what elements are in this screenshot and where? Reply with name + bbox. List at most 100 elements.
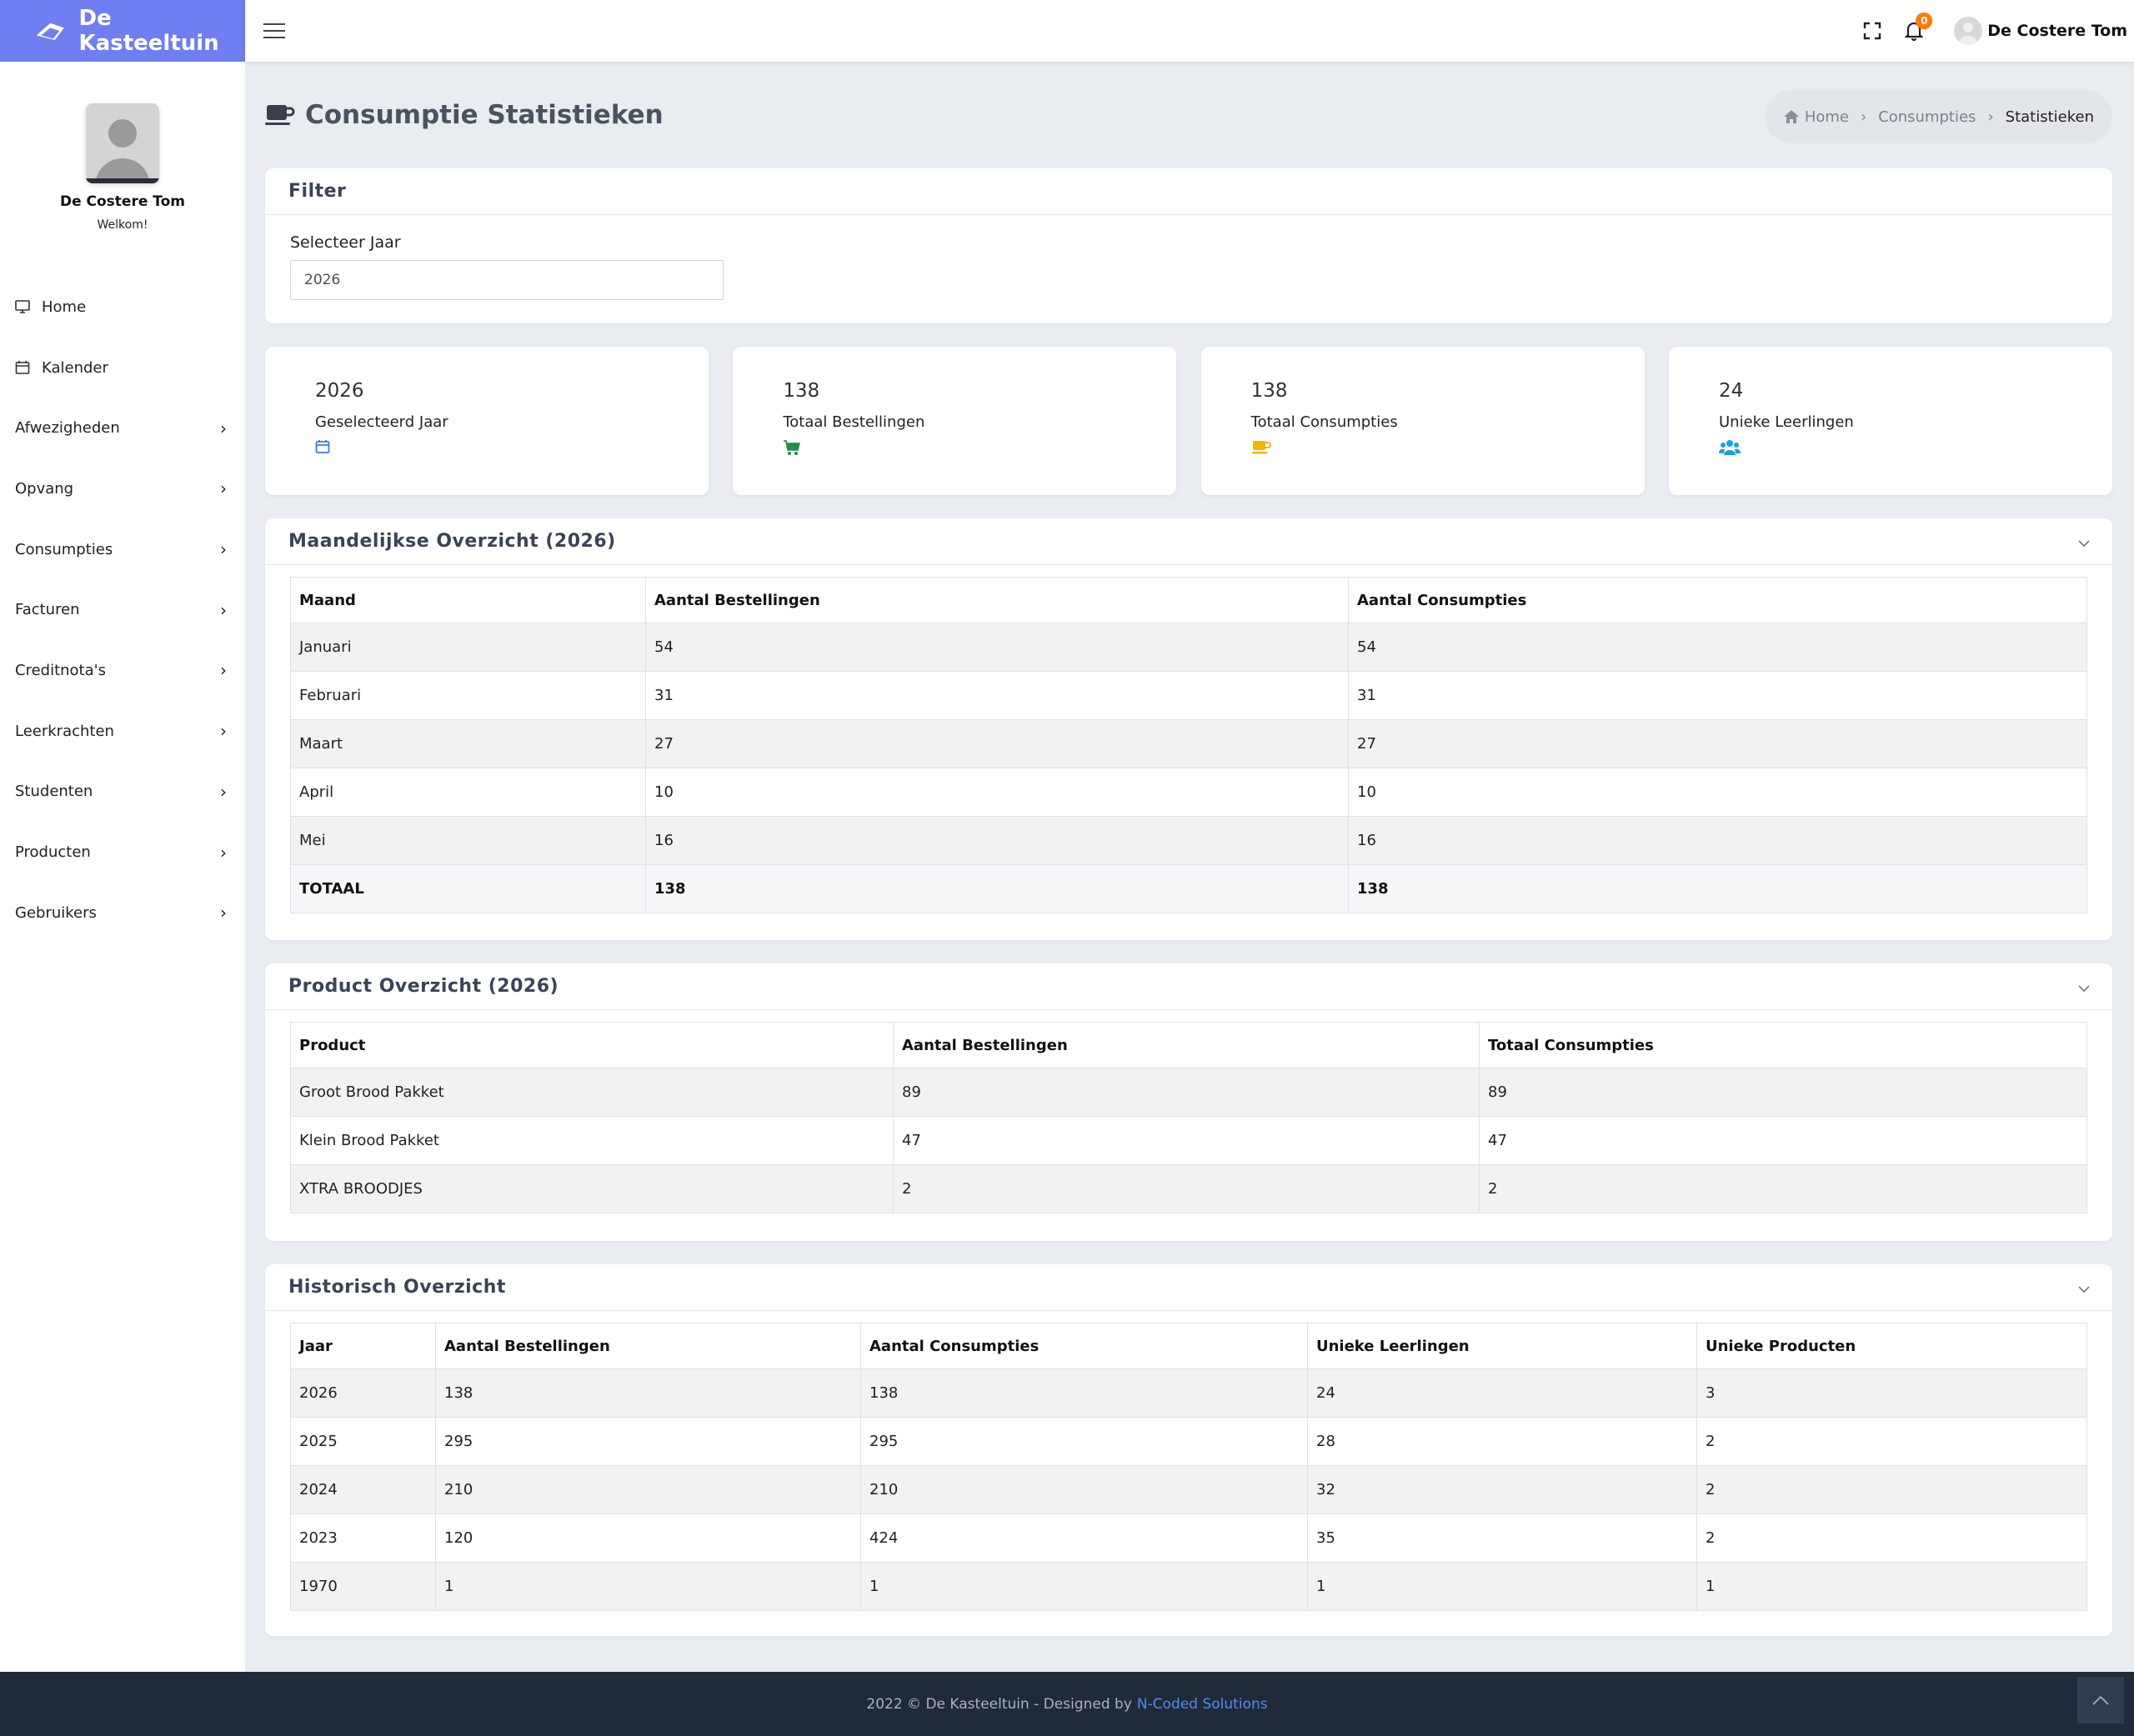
sidebar-item-kalender[interactable]: Kalender [0, 338, 245, 398]
table-cell: 47 [893, 1116, 1480, 1165]
chevron-right-icon: › [1860, 108, 1867, 126]
profile-name: De Costere Tom [59, 193, 186, 210]
table-cell: 138 [435, 1368, 861, 1418]
sidebar-item-label: Afwezigheden [15, 419, 120, 438]
stat-value: 24 [1718, 380, 1744, 402]
table-cell: 2025 [290, 1417, 436, 1466]
user-name: De Costere Tom [1987, 22, 2127, 40]
sidebar-item-gebruikers[interactable]: Gebruikers › [0, 883, 245, 943]
sidebar-item-afwezigheden[interactable]: Afwezigheden › [0, 398, 245, 458]
sidebar-item-opvang[interactable]: Opvang › [0, 458, 245, 519]
table-cell: 138 [1348, 864, 2087, 913]
card-title: Maandelijkse Overzicht (2026) [288, 531, 616, 552]
column-header: Aantal Consumpties [860, 1323, 1308, 1369]
sidebar-item-creditnotas[interactable]: Creditnota's › [0, 640, 245, 701]
table-cell: 138 [860, 1368, 1308, 1418]
chevron-right-icon: › [220, 599, 227, 620]
monthly-overview-card: Maandelijkse Overzicht (2026) Maand Aant… [265, 518, 2112, 940]
history-overview-card: Historisch Overzicht Jaar Aantal Bestell… [265, 1264, 2112, 1636]
main-content: Consumptie Statistieken Home › Consumpti… [265, 62, 2112, 1659]
menu-toggle-icon[interactable] [263, 23, 285, 38]
page-title: Consumptie Statistieken [265, 100, 664, 130]
breadcrumb-section[interactable]: Consumpties [1878, 108, 1976, 126]
table-cell: 120 [435, 1513, 861, 1563]
page-header: Consumptie Statistieken Home › Consumpti… [265, 62, 2112, 168]
notification-bell-icon[interactable]: 0 [1894, 11, 1934, 51]
chevron-down-icon[interactable] [2077, 535, 2091, 551]
chevron-down-icon[interactable] [2077, 980, 2091, 996]
sidebar-item-label: Home [42, 298, 87, 316]
table-cell: Januari [290, 623, 646, 672]
table-row: Mei 16 16 [290, 816, 2087, 865]
profile-welcome: Welkom! [97, 218, 148, 232]
user-menu[interactable]: De Costere Tom [1954, 17, 2127, 45]
footer-link[interactable]: N-Coded Solutions [1137, 1696, 1268, 1713]
sidebar-item-consumpties[interactable]: Consumpties › [0, 519, 245, 580]
calendar-icon [15, 360, 33, 375]
sidebar-item-label: Creditnota's [15, 661, 106, 679]
logo-icon [36, 23, 64, 41]
sidebar-item-label: Opvang [15, 479, 74, 498]
table-row: 2025 295 295 28 2 [290, 1417, 2087, 1466]
column-header: Unieke Leerlingen [1307, 1323, 1697, 1369]
table-cell: 1 [1307, 1562, 1697, 1611]
monitor-icon [15, 299, 33, 314]
card-title: Product Overzicht (2026) [288, 976, 559, 997]
filter-card: Filter Selecteer Jaar 2026 [265, 168, 2112, 323]
sidebar-item-label: Kalender [42, 358, 108, 377]
sidebar-item-label: Consumpties [15, 540, 113, 558]
page-title-text: Consumptie Statistieken [305, 100, 664, 130]
profile: De Costere Tom Welkom! [0, 62, 245, 232]
product-card-header: Product Overzicht (2026) [265, 963, 2112, 1010]
sidebar-item-producten[interactable]: Producten › [0, 822, 245, 883]
table-cell: 31 [1348, 671, 2087, 720]
table-row: Klein Brood Pakket 47 47 [290, 1116, 2087, 1165]
table-cell: 16 [1348, 816, 2087, 865]
year-select-label: Selecteer Jaar [290, 233, 401, 252]
stat-card-year: 2026 Geselecteerd Jaar [265, 347, 709, 495]
chevron-down-icon[interactable] [2077, 1281, 2091, 1297]
table-cell: 2023 [290, 1513, 436, 1563]
fullscreen-icon[interactable] [1852, 11, 1892, 51]
table-cell: Klein Brood Pakket [290, 1116, 894, 1165]
breadcrumb-home[interactable]: Home [1805, 108, 1849, 126]
column-header: Aantal Bestellingen [893, 1022, 1480, 1068]
chevron-right-icon: › [220, 721, 227, 742]
column-header: Maand [290, 577, 646, 623]
chevron-right-icon: › [220, 539, 227, 560]
sidebar-item-facturen[interactable]: Facturen › [0, 579, 245, 640]
table-cell: 31 [645, 671, 1349, 720]
history-table: Jaar Aantal Bestellingen Aantal Consumpt… [290, 1323, 2087, 1611]
table-cell: 1 [1696, 1562, 2087, 1611]
stat-value: 2026 [315, 380, 364, 402]
stat-value: 138 [1250, 380, 1288, 402]
table-cell: 210 [860, 1465, 1308, 1514]
table-row: Februari 31 31 [290, 671, 2087, 720]
stat-label: Totaal Consumpties [1250, 413, 1398, 431]
table-row: 2023 120 424 35 2 [290, 1513, 2087, 1563]
notification-badge: 0 [1916, 13, 1933, 29]
stat-card-students: 24 Unieke Leerlingen [1668, 347, 2112, 495]
stats-row: 2026 Geselecteerd Jaar 138 Totaal Bestel… [265, 347, 2112, 495]
sidebar-menu: Home Kalender Afwezigheden › Opvang › Co… [0, 277, 245, 943]
brand-logo[interactable]: De Kasteeltuin [0, 0, 245, 62]
table-cell: 3 [1696, 1368, 2087, 1418]
year-select[interactable]: 2026 [290, 260, 724, 300]
stat-card-consumptions: 138 Totaal Consumpties [1200, 347, 1645, 495]
sidebar-item-studenten[interactable]: Studenten › [0, 762, 245, 823]
sidebar-item-home[interactable]: Home [0, 277, 245, 338]
table-cell: 47 [1479, 1116, 2087, 1165]
table-row: April 10 10 [290, 768, 2087, 817]
column-header: Aantal Bestellingen [645, 577, 1349, 623]
avatar [1954, 17, 1983, 45]
scroll-to-top-button[interactable] [2077, 1677, 2124, 1723]
home-icon [1783, 110, 1799, 123]
table-cell: 2026 [290, 1368, 436, 1418]
coffee-icon [265, 105, 295, 125]
chevron-right-icon: › [220, 660, 227, 681]
sidebar-item-leerkrachten[interactable]: Leerkrachten › [0, 701, 245, 762]
chevron-right-icon: › [220, 418, 227, 438]
table-row: Groot Brood Pakket 89 89 [290, 1068, 2087, 1117]
table-cell: 424 [860, 1513, 1308, 1563]
sidebar-item-label: Studenten [15, 783, 93, 801]
